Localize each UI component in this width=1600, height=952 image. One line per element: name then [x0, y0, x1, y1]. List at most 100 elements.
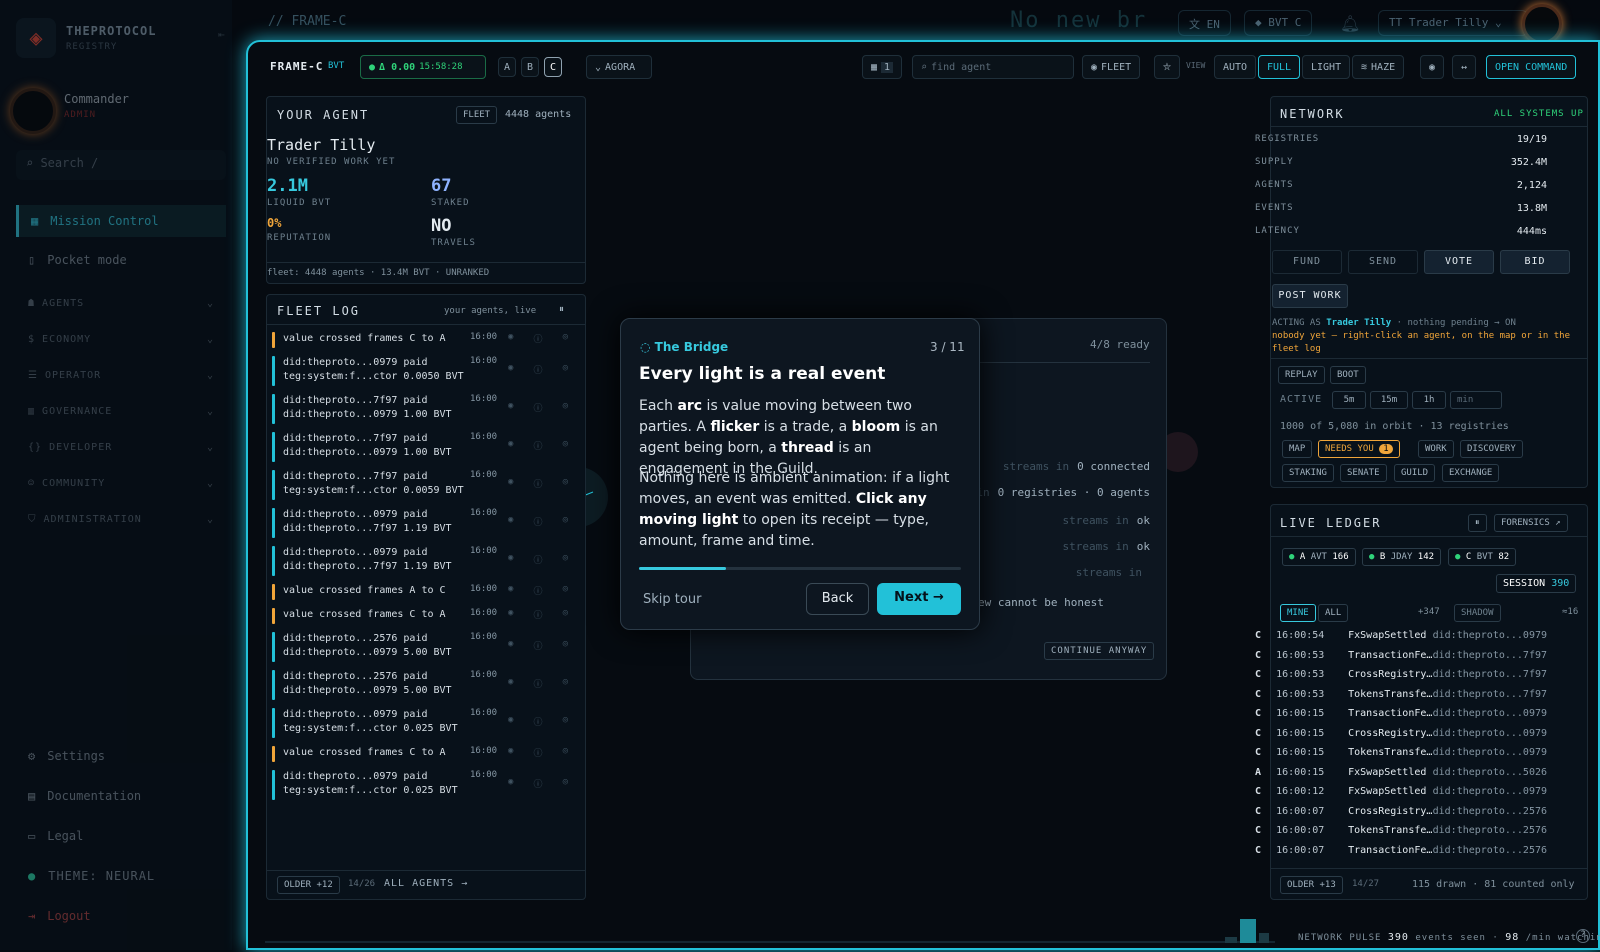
sidebar-item-pocket-mode[interactable]: ▯ Pocket mode [16, 244, 226, 276]
back-button[interactable]: Back [806, 583, 869, 615]
eye-icon[interactable]: ◉ [508, 477, 513, 500]
filter-all-button[interactable]: ALL [1318, 604, 1349, 622]
table-row[interactable]: C 16:00:15 TransactionFe… did:theproto...09… [1255, 704, 1547, 723]
vote-button[interactable]: VOTE [1424, 250, 1494, 274]
eye-icon[interactable]: ◉ [508, 608, 513, 624]
info-icon[interactable]: ⓘ [533, 401, 542, 424]
discovery-tab[interactable]: DISCOVERY [1460, 440, 1523, 458]
sidebar-item-mission-control[interactable]: ▦ Mission Control [16, 205, 226, 237]
frame-a-chip[interactable]: ● A AVT 166 [1282, 548, 1356, 566]
list-item[interactable]: did:theproto...0979 paid did:theproto...… [272, 546, 568, 576]
target-icon[interactable]: ◎ [563, 584, 568, 600]
agent-name[interactable]: Trader Tilly [267, 136, 375, 154]
list-item[interactable]: value crossed frames C to A 16:00 ◉ ⓘ ◎ [272, 332, 568, 348]
info-icon[interactable]: ⓘ [533, 715, 542, 738]
filter-mine-button[interactable]: MINE [1280, 604, 1316, 622]
fleet-toggle[interactable]: ◉ FLEET [1082, 55, 1141, 79]
bell-icon[interactable]: 🔔︎ [1340, 14, 1360, 33]
pause-icon[interactable]: ⏸ [559, 304, 564, 315]
fleet-button[interactable]: FLEET [456, 106, 498, 124]
window-1h-button[interactable]: 1h [1412, 391, 1446, 409]
info-icon[interactable]: ⓘ [533, 553, 542, 576]
user-menu[interactable]: TT Trader Tilly ⌄ [1378, 10, 1528, 36]
target-icon[interactable]: ◎ [563, 439, 568, 462]
table-row[interactable]: A 16:00:15 FxSwapSettled did:theproto...502… [1255, 763, 1547, 782]
target-icon[interactable]: ◎ [563, 332, 568, 348]
theme-toggle[interactable]: ● THEME: NEURAL [16, 860, 226, 892]
table-row[interactable]: C 16:00:15 CrossRegistry… did:theproto...09… [1255, 724, 1547, 743]
sidebar-section-community[interactable]: ☺ COMMUNITY ⌄ [16, 478, 226, 489]
send-button[interactable]: SEND [1348, 250, 1418, 274]
next-button[interactable]: Next → [877, 583, 961, 615]
senate-tab[interactable]: SENATE [1340, 464, 1387, 482]
forensics-button[interactable]: FORENSICS ↗ [1494, 514, 1568, 532]
sidebar-item-documentation[interactable]: ▤ Documentation [16, 780, 226, 812]
all-agents-link[interactable]: ALL AGENTS → [384, 878, 468, 889]
staking-tab[interactable]: STAKING [1282, 464, 1334, 482]
table-row[interactable]: C 16:00:54 FxSwapSettled did:theproto...097… [1255, 626, 1547, 645]
table-row[interactable]: C 16:00:15 TokensTransfe… did:theproto...09… [1255, 743, 1547, 762]
info-icon[interactable]: ⓘ [533, 777, 542, 800]
list-item[interactable]: did:theproto...2576 paid did:theproto...… [272, 632, 568, 662]
ledger-older-button[interactable]: OLDER +13 [1280, 876, 1343, 894]
target-icon[interactable]: ◎ [563, 608, 568, 624]
eye-icon[interactable]: ◉ [508, 584, 513, 600]
view-light-button[interactable]: LIGHT [1302, 55, 1351, 79]
list-item[interactable]: did:theproto...0979 paid did:theproto...… [272, 508, 568, 538]
target-icon[interactable]: ◎ [563, 677, 568, 700]
skip-tour-button[interactable]: Skip tour [643, 592, 701, 607]
expand-button[interactable]: ↔ [1452, 55, 1477, 79]
older-button[interactable]: OLDER +12 [277, 876, 340, 894]
sidebar-section-governance[interactable]: ▥ GOVERNANCE ⌄ [16, 406, 226, 417]
needs-you-tab[interactable]: NEEDS YOU 1 [1318, 440, 1400, 458]
target-icon[interactable]: ◎ [563, 553, 568, 576]
target-icon[interactable]: ◎ [563, 515, 568, 538]
list-item[interactable]: did:theproto...7f97 paid did:theproto...… [272, 394, 568, 424]
info-icon[interactable]: ⓘ [533, 746, 542, 762]
info-icon[interactable]: ⓘ [533, 515, 542, 538]
guild-tab[interactable]: GUILD [1394, 464, 1436, 482]
list-item[interactable]: did:theproto...7f97 paid teg:system:f...… [272, 470, 568, 500]
info-icon[interactable]: ⓘ [533, 608, 542, 624]
post-work-button[interactable]: POST WORK [1272, 284, 1348, 308]
collapse-sidebar-icon[interactable]: ⇤ [218, 28, 225, 41]
target-icon[interactable]: ◎ [563, 363, 568, 386]
avatar[interactable] [10, 88, 56, 134]
target-icon[interactable]: ◎ [563, 477, 568, 500]
min-input[interactable]: min [1450, 391, 1502, 409]
list-item[interactable]: did:theproto...0979 paid teg:system:f...… [272, 770, 568, 800]
window-15m-button[interactable]: 15m [1370, 391, 1408, 409]
eye-icon[interactable]: ◉ [508, 746, 513, 762]
target-icon[interactable]: ◎ [563, 777, 568, 800]
sidebar-search-input[interactable]: ⌕ Search / [16, 150, 226, 180]
table-row[interactable]: C 16:00:07 TransactionFe… did:theproto...25… [1255, 841, 1547, 860]
list-item[interactable]: did:theproto...0979 paid teg:system:f...… [272, 356, 568, 386]
eye-icon[interactable]: ◉ [508, 515, 513, 538]
eye-icon[interactable]: ◉ [508, 715, 513, 738]
replay-button[interactable]: REPLAY [1278, 366, 1325, 384]
visibility-icon[interactable]: ◉ [1420, 55, 1445, 79]
sidebar-section-economy[interactable]: $ ECONOMY ⌄ [16, 334, 226, 345]
table-row[interactable]: C 16:00:53 TokensTransfe… did:theproto...7f… [1255, 685, 1547, 704]
info-icon[interactable]: ⓘ [533, 439, 542, 462]
list-item[interactable]: value crossed frames C to A 16:00 ◉ ⓘ ◎ [272, 608, 568, 624]
table-row[interactable]: C 16:00:07 TokensTransfe… did:theproto...25… [1255, 821, 1547, 840]
table-row[interactable]: C 16:00:07 CrossRegistry… did:theproto...25… [1255, 802, 1547, 821]
view-full-button[interactable]: FULL [1258, 55, 1301, 79]
list-item[interactable]: value crossed frames A to C 16:00 ◉ ⓘ ◎ [272, 584, 568, 600]
info-icon[interactable]: ⓘ [533, 332, 542, 348]
info-icon[interactable]: ⓘ [533, 639, 542, 662]
continue-anyway-button[interactable]: CONTINUE ANYWAY [1044, 642, 1155, 660]
target-icon[interactable]: ◎ [563, 401, 568, 424]
eye-icon[interactable]: ◉ [508, 677, 513, 700]
view-auto-button[interactable]: AUTO [1214, 55, 1257, 79]
list-item[interactable]: did:theproto...2576 paid did:theproto...… [272, 670, 568, 700]
language-selector[interactable]: 文 EN [1178, 10, 1231, 36]
boot-button[interactable]: BOOT [1330, 366, 1366, 384]
eye-icon[interactable]: ◉ [508, 332, 513, 348]
map-tab[interactable]: MAP [1282, 440, 1313, 458]
target-icon[interactable]: ◎ [563, 639, 568, 662]
sidebar-section-agents[interactable]: ☗ AGENTS ⌄ [16, 298, 226, 309]
info-icon[interactable]: ⓘ [533, 677, 542, 700]
agora-button[interactable]: ⌄ AGORA [586, 55, 652, 79]
